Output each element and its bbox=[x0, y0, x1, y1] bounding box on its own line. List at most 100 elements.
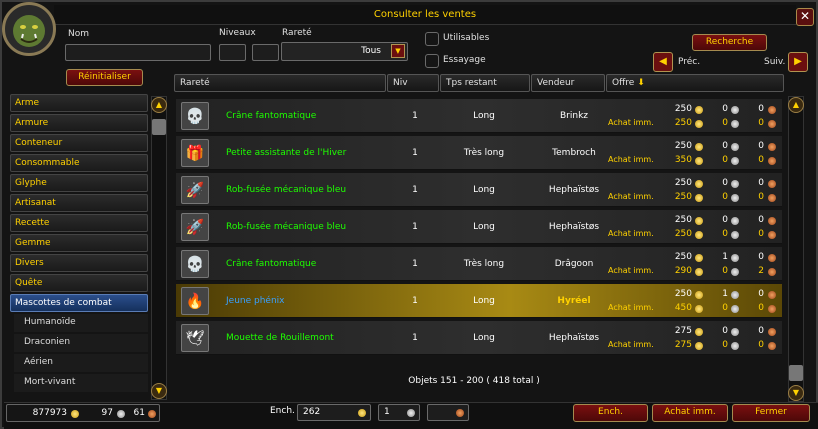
category-item[interactable]: Consommable bbox=[10, 154, 148, 172]
category-item[interactable]: Recette bbox=[10, 214, 148, 232]
category-item[interactable]: Conteneur bbox=[10, 134, 148, 152]
auction-row[interactable]: 🔥 Jeune phénix 1 Long Hyréel Achat imm. 250 1 0 4… bbox=[176, 284, 782, 318]
list-scroll-down-icon[interactable]: ▼ bbox=[788, 385, 804, 401]
subcategory-item[interactable]: Aérien bbox=[14, 354, 148, 372]
prev-page-icon[interactable]: ◀ bbox=[653, 52, 673, 72]
rocket-robot-icon[interactable]: 🚀 bbox=[181, 213, 209, 241]
silver-coin-icon bbox=[731, 231, 739, 239]
buyout-amount: 450 bbox=[674, 303, 692, 313]
silver-coin-icon bbox=[731, 254, 739, 262]
gold-coin-icon bbox=[71, 410, 79, 418]
silver-coin-icon bbox=[731, 120, 739, 128]
sort-arrow-icon: ⬇ bbox=[637, 78, 645, 88]
rarity-dropdown[interactable]: Tous ▼ bbox=[281, 42, 408, 61]
preview-label: Essayage bbox=[443, 55, 486, 65]
gift-icon[interactable]: 🎁 bbox=[181, 139, 209, 167]
category-item[interactable]: Artisanat bbox=[10, 194, 148, 212]
player-money: 877973 97 61 bbox=[6, 404, 160, 422]
category-item[interactable]: Mascottes de combat bbox=[10, 294, 148, 312]
buyout-button[interactable]: Achat imm. bbox=[652, 404, 728, 422]
copper-coin-icon bbox=[768, 254, 776, 262]
bid-copper-input[interactable] bbox=[427, 404, 469, 421]
gold-coin-icon bbox=[695, 268, 703, 276]
category-list: Arme Armure Conteneur Consommable Glyphe Arti… bbox=[6, 94, 151, 400]
reset-button[interactable]: Réinitialiser bbox=[66, 69, 143, 86]
chevron-down-icon[interactable]: ▼ bbox=[391, 44, 405, 58]
column-rarity[interactable]: Rareté bbox=[174, 74, 386, 92]
subcategory-item[interactable]: Humanoïde bbox=[14, 314, 148, 332]
copper-coin-icon bbox=[768, 120, 776, 128]
gold-coin-icon bbox=[358, 409, 366, 417]
next-page-icon[interactable]: ▶ bbox=[788, 52, 808, 72]
name-input[interactable] bbox=[65, 44, 211, 61]
copper-coin-icon bbox=[768, 143, 776, 151]
auction-row[interactable]: 🎁 Petite assistante de l'Hiver 1 Très long T… bbox=[176, 136, 782, 170]
bid-amount: 0 bbox=[758, 252, 764, 262]
bid-button[interactable]: Ench. bbox=[573, 404, 648, 422]
category-item[interactable]: Arme bbox=[10, 94, 148, 112]
buyout-label: Achat imm. bbox=[608, 340, 654, 349]
auction-row[interactable]: 🚀 Rob-fusée mécanique bleu 1 Long Hephaïstøs… bbox=[176, 173, 782, 207]
skull-icon[interactable]: 💀 bbox=[181, 102, 209, 130]
level-min-input[interactable] bbox=[219, 44, 246, 61]
category-item[interactable]: Glyphe bbox=[10, 174, 148, 192]
buyout-label: Achat imm. bbox=[608, 303, 654, 312]
bid-silver-input[interactable]: 1 bbox=[378, 404, 420, 421]
auction-row[interactable]: 💀 Crâne fantomatique 1 Très long Drâgoon Acha… bbox=[176, 247, 782, 281]
silver-coin-icon bbox=[731, 342, 739, 350]
bid-gold-input[interactable]: 262 bbox=[297, 404, 371, 421]
close-button[interactable]: Fermer bbox=[732, 404, 810, 422]
item-level: 1 bbox=[412, 111, 418, 121]
buyout-amount: 0 bbox=[722, 118, 728, 128]
gold-coin-icon bbox=[695, 180, 703, 188]
column-time[interactable]: Tps restant bbox=[440, 74, 530, 92]
phoenix-icon[interactable]: 🔥 bbox=[181, 287, 209, 315]
skull-icon[interactable]: 💀 bbox=[181, 250, 209, 278]
category-item[interactable]: Gemme bbox=[10, 234, 148, 252]
column-level[interactable]: Niv bbox=[387, 74, 439, 92]
auction-window: Consulter les ventes ✕ Nom Niveaux Raret… bbox=[0, 0, 818, 429]
close-icon[interactable]: ✕ bbox=[796, 8, 814, 26]
rocket-robot-icon[interactable]: 🚀 bbox=[181, 176, 209, 204]
list-scroll-thumb[interactable] bbox=[789, 365, 803, 381]
category-item[interactable]: Divers bbox=[10, 254, 148, 272]
usable-label: Utilisables bbox=[443, 33, 490, 43]
seagull-icon[interactable]: 🕊 bbox=[181, 324, 209, 352]
rarity-label: Rareté bbox=[282, 28, 312, 38]
column-bid[interactable]: Offre ⬇ bbox=[606, 74, 784, 92]
buyout-amount: 0 bbox=[722, 155, 728, 165]
column-seller[interactable]: Vendeur bbox=[531, 74, 605, 92]
item-name: Rob-fusée mécanique bleu bbox=[226, 185, 347, 195]
name-label: Nom bbox=[68, 29, 90, 39]
usable-checkbox[interactable] bbox=[425, 32, 439, 46]
auction-row[interactable]: 💀 Crâne fantomatique 1 Long Brinkz Achat imm.… bbox=[176, 99, 782, 133]
copper-coin-icon bbox=[768, 157, 776, 165]
player-gold-value: 877973 bbox=[32, 408, 67, 418]
copper-coin-icon bbox=[768, 231, 776, 239]
bid-amount: 0 bbox=[722, 104, 728, 114]
gold-coin-icon bbox=[695, 342, 703, 350]
category-scroll-thumb[interactable] bbox=[152, 119, 166, 135]
buyout-amount: 0 bbox=[758, 303, 764, 313]
scroll-up-icon[interactable]: ▲ bbox=[151, 97, 167, 113]
subcategory-item[interactable]: Draconien bbox=[14, 334, 148, 352]
subcategory-item[interactable]: Mort-vivant bbox=[14, 374, 148, 392]
copper-coin-icon bbox=[768, 106, 776, 114]
silver-coin-icon bbox=[731, 268, 739, 276]
item-name: Petite assistante de l'Hiver bbox=[226, 148, 347, 158]
auction-row[interactable]: 🕊 Mouette de Rouillemont 1 Long Hephaïstøs Ac… bbox=[176, 321, 782, 355]
level-max-input[interactable] bbox=[252, 44, 279, 61]
category-item[interactable]: Armure bbox=[10, 114, 148, 132]
search-button[interactable]: Recherche bbox=[692, 34, 767, 51]
preview-checkbox[interactable] bbox=[425, 54, 439, 68]
bid-amount: 1 bbox=[722, 289, 728, 299]
buyout-label: Achat imm. bbox=[608, 155, 654, 164]
category-scrollbar[interactable]: ▲ ▼ bbox=[151, 96, 167, 400]
listing-scrollbar[interactable]: ▲ ▼ bbox=[788, 96, 804, 402]
bid-amount: 275 bbox=[674, 326, 692, 336]
category-item[interactable]: Quête bbox=[10, 274, 148, 292]
scroll-down-icon[interactable]: ▼ bbox=[151, 383, 167, 399]
list-scroll-up-icon[interactable]: ▲ bbox=[788, 97, 804, 113]
auction-row[interactable]: 🚀 Rob-fusée mécanique bleu 1 Long Hephaïstøs… bbox=[176, 210, 782, 244]
bid-entry-label: Ench. bbox=[270, 406, 295, 416]
